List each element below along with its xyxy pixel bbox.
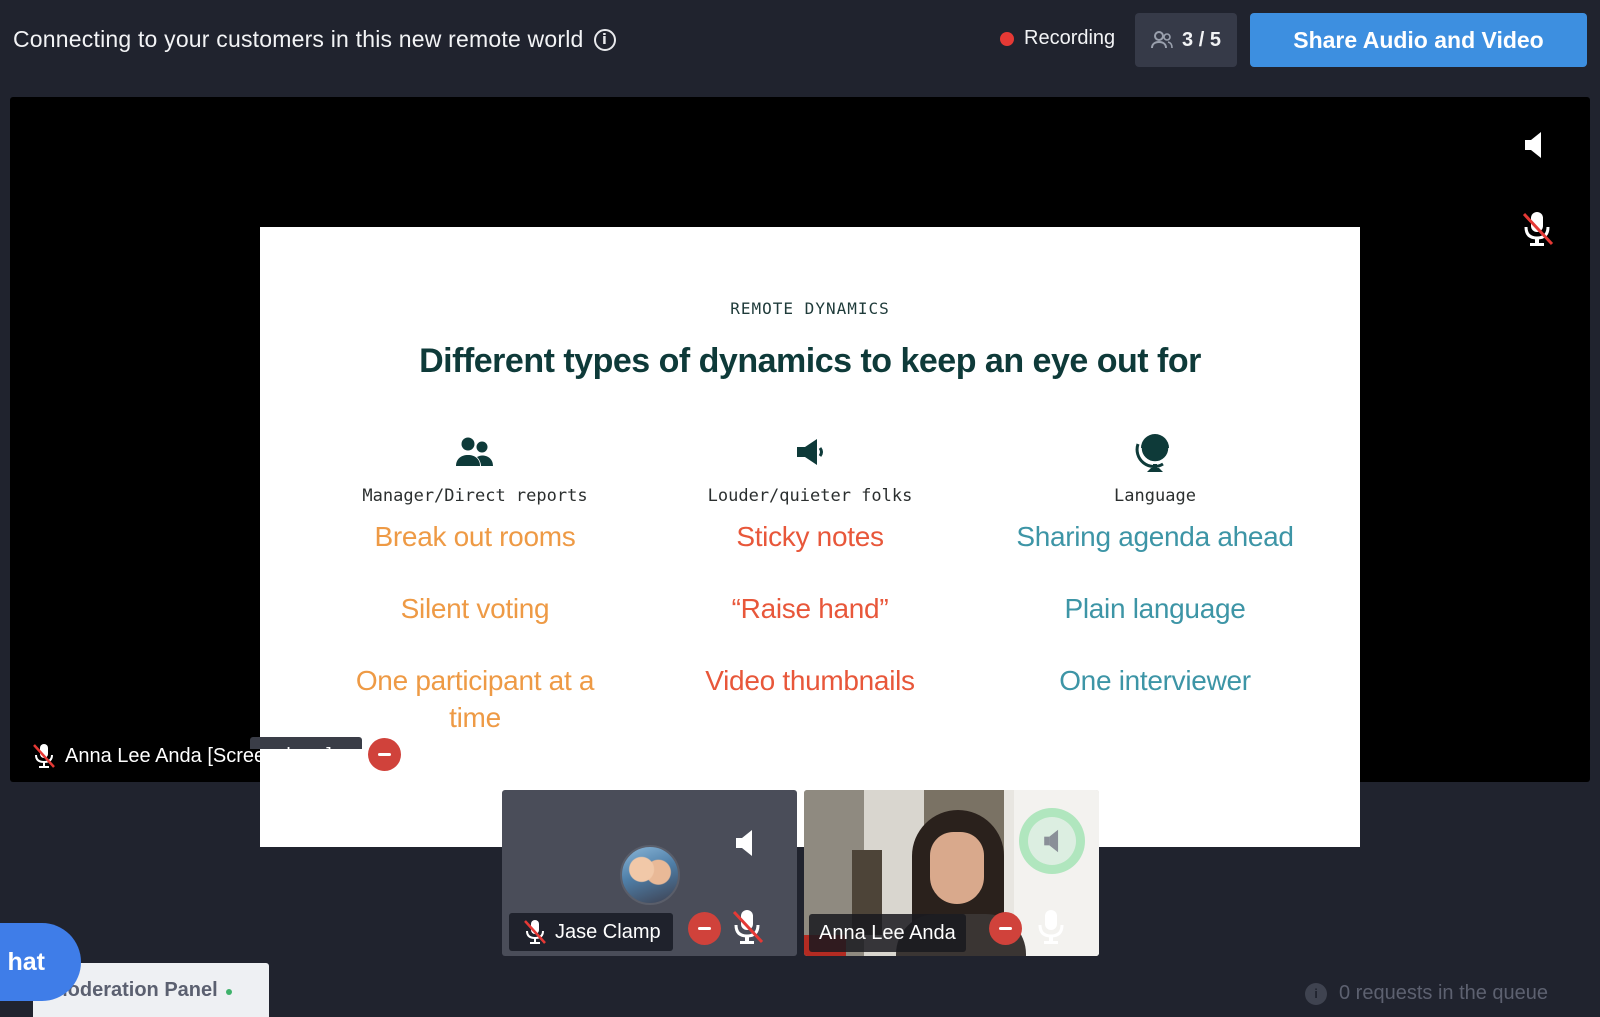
recording-label: Recording: [1024, 27, 1116, 49]
participants-count: 3 / 5: [1182, 28, 1221, 51]
speaker-icon[interactable]: [1523, 130, 1545, 165]
participant-thumbnail[interactable]: Jase Clamp: [502, 790, 797, 956]
globe-icon: [1135, 434, 1170, 472]
session-title-text: Connecting to your customers in this new…: [13, 26, 584, 52]
request-queue-status: i 0 requests in the queue: [1305, 982, 1548, 1005]
stage-presenter-label: Anna Lee Anda [Screenshare]: [32, 743, 332, 769]
people-icon: [1151, 31, 1173, 49]
participant-name-label: Anna Lee Anda: [809, 914, 966, 952]
shared-slide: REMOTE DYNAMICS Different types of dynam…: [260, 227, 1360, 847]
presenter-name: Anna Lee Anda [Screenshare]: [65, 744, 332, 767]
session-title: Connecting to your customers in this new…: [13, 26, 616, 53]
slide-column-volume: Louder/quieter folks Sticky notes “Raise…: [640, 432, 980, 699]
slide-kicker: REMOTE DYNAMICS: [730, 299, 890, 318]
participant-name-label: Jase Clamp: [509, 913, 673, 951]
slide-title: Different types of dynamics to keep an e…: [419, 342, 1201, 380]
mic-muted-icon[interactable]: [1520, 210, 1554, 253]
people-icon: [456, 437, 493, 466]
moderation-panel-label: Moderation Panel: [51, 979, 218, 1001]
mic-muted-icon[interactable]: [730, 908, 764, 951]
main-stage: REMOTE DYNAMICS Different types of dynam…: [10, 97, 1590, 847]
slide-item: One participant at a time: [355, 665, 595, 733]
info-icon[interactable]: i: [593, 28, 616, 51]
slide-item: Silent voting: [400, 593, 550, 624]
slide-item: Video thumbnails: [705, 665, 915, 696]
chat-button[interactable]: hat: [0, 923, 81, 1001]
megaphone-icon: [797, 439, 823, 465]
column-label: Language: [1114, 486, 1196, 506]
mic-icon[interactable]: [1034, 908, 1068, 951]
participant-name: Anna Lee Anda: [819, 921, 956, 944]
participant-name: Jase Clamp: [555, 920, 661, 943]
slide-column-manager: Manager/Direct reports Break out rooms S…: [305, 432, 645, 736]
column-label: Manager/Direct reports: [362, 486, 588, 506]
remove-participant-button[interactable]: [989, 912, 1022, 945]
slide-item: “Raise hand”: [731, 593, 889, 624]
remove-participant-button[interactable]: [688, 912, 721, 945]
slide-item: Plain language: [1064, 593, 1246, 624]
mic-muted-icon: [33, 744, 55, 768]
queue-text: 0 requests in the queue: [1339, 982, 1549, 1004]
slide-column-language: Language Sharing agenda ahead Plain lang…: [985, 432, 1325, 699]
slide-item: One interviewer: [1059, 665, 1251, 696]
remove-participant-button[interactable]: [368, 738, 401, 771]
video-detail: [930, 832, 984, 904]
column-label: Louder/quieter folks: [707, 486, 913, 506]
participants-badge[interactable]: 3 / 5: [1135, 13, 1237, 67]
speaker-icon: [1044, 829, 1059, 853]
speaking-indicator[interactable]: [1019, 808, 1085, 874]
share-audio-video-button[interactable]: Share Audio and Video: [1250, 13, 1587, 67]
participant-thumbnail[interactable]: Anna Lee Anda: [804, 790, 1099, 956]
top-bar: Connecting to your customers in this new…: [0, 0, 1600, 80]
mic-muted-icon: [524, 920, 546, 944]
info-icon: i: [1305, 982, 1327, 1005]
avatar: [620, 845, 680, 905]
online-status-dot: [225, 989, 232, 995]
recording-indicator: Recording: [1000, 27, 1115, 50]
slide-item: Break out rooms: [374, 521, 576, 552]
slide-item: Sticky notes: [736, 521, 884, 552]
recording-dot-icon: [1000, 31, 1014, 46]
speaker-icon[interactable]: [734, 828, 756, 863]
slide-item: Sharing agenda ahead: [1016, 521, 1294, 552]
